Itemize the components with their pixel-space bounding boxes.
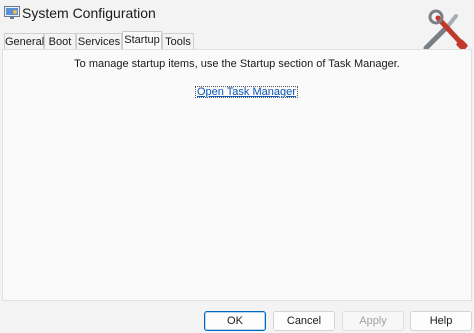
tab-label: General (5, 36, 45, 48)
window-title: System Configuration (22, 5, 156, 21)
tab-label: Startup (124, 34, 160, 46)
startup-message: To manage startup items, use the Startup… (74, 58, 400, 70)
tab-label: Boot (48, 36, 72, 48)
ok-button[interactable]: OK (204, 311, 266, 331)
tab-startup[interactable]: Startup (122, 31, 162, 49)
help-button[interactable]: Help (410, 311, 472, 331)
open-task-manager-link[interactable]: Open Task Manager (195, 86, 298, 98)
tab-label: Tools (165, 36, 191, 48)
tab-tools[interactable]: Tools (162, 33, 194, 49)
tab-label: Services (77, 36, 121, 48)
title-bar: System Configuration (0, 0, 474, 30)
apply-button[interactable]: Apply (342, 311, 404, 331)
tab-services[interactable]: Services (76, 33, 122, 49)
tab-strip: General Boot Services Startup Tools (0, 31, 474, 49)
system-config-icon (4, 6, 20, 19)
tab-boot[interactable]: Boot (44, 33, 76, 49)
cancel-button[interactable]: Cancel (273, 311, 335, 331)
tab-general[interactable]: General (4, 33, 44, 49)
